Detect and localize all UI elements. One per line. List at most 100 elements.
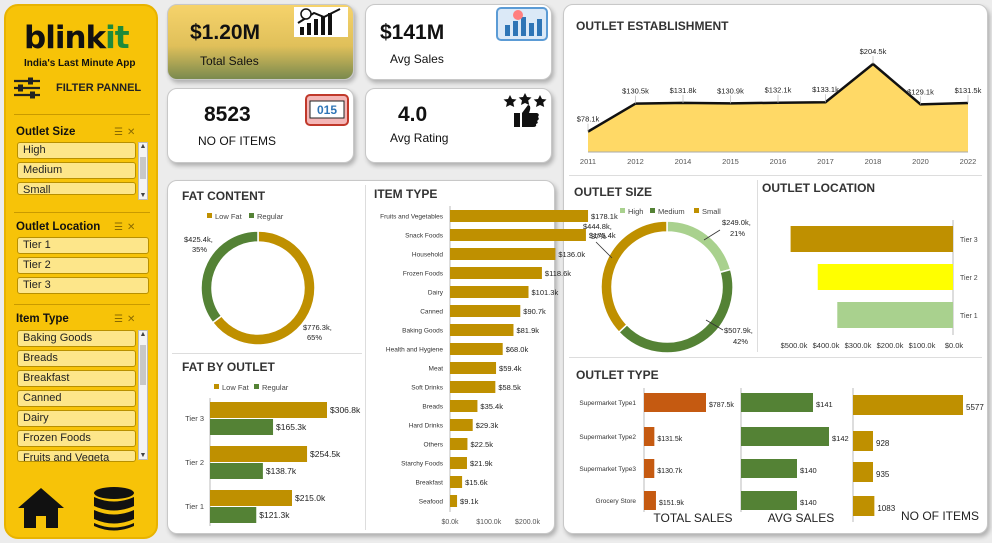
data-label: $78.1k	[577, 115, 600, 124]
total-sales-bar	[644, 459, 655, 478]
chart-title: ITEM TYPE	[374, 187, 437, 201]
category-label: Seafood	[419, 499, 444, 506]
data-label: $121.3k	[259, 510, 290, 520]
x-tick-label: 2020	[912, 157, 929, 166]
category-label: Tier 3	[960, 237, 978, 244]
x-tick-label: 2018	[865, 157, 882, 166]
category-label: Tier 1	[185, 502, 204, 511]
data-label: 1083	[877, 504, 895, 513]
legend-label: Low Fat	[215, 212, 243, 221]
data-label: $129.1k	[907, 87, 934, 96]
data-label: $130.9k	[717, 86, 744, 95]
x-tick-label: 2017	[817, 157, 834, 166]
total-sales-bar	[644, 491, 656, 510]
category-label: Tier 3	[185, 414, 204, 423]
bar-low-fat	[210, 402, 327, 418]
data-label: $215.0k	[295, 493, 326, 503]
avg-sales-bar	[741, 491, 797, 510]
chart-title: OUTLET ESTABLISHMENT	[576, 19, 729, 33]
data-label: 935	[876, 470, 890, 479]
data-label: $132.1k	[765, 86, 792, 95]
data-label: $130.7k	[657, 468, 682, 475]
data-label: $444.8k,	[583, 222, 612, 231]
category-label: Household	[412, 252, 443, 259]
data-label: $249.0k,	[722, 218, 751, 227]
legend-label: Medium	[658, 207, 685, 216]
items-bar	[853, 496, 875, 516]
data-label: $21.9k	[470, 459, 493, 468]
item-bar	[450, 457, 467, 469]
item-bar	[450, 286, 529, 298]
chart-title: OUTLET SIZE	[574, 185, 652, 199]
data-label: $118.6k	[545, 269, 571, 278]
data-label: $35.4k	[480, 402, 503, 411]
data-label: $306.8k	[330, 405, 361, 415]
category-label: Breakfast	[416, 480, 444, 487]
category-label: Snack Foods	[405, 233, 444, 240]
legend-swatch	[694, 208, 699, 213]
data-label: 5577	[966, 403, 984, 412]
fat-slice	[200, 230, 259, 324]
x-tick-label: 2014	[675, 157, 692, 166]
data-label: $204.5k	[860, 47, 887, 56]
items-bar	[853, 431, 873, 451]
data-label: $131.5k	[955, 86, 982, 95]
item-bar	[450, 495, 458, 507]
data-label: $22.5k	[470, 440, 493, 449]
x-tick-label: 2016	[770, 157, 787, 166]
legend-swatch	[214, 384, 219, 389]
chart-title: FAT BY OUTLET	[182, 360, 276, 374]
legend-label: Small	[702, 207, 721, 216]
legend-label: Regular	[262, 383, 289, 392]
x-tick-label: 2011	[580, 157, 596, 166]
x-tick-label: $200.0k	[515, 519, 540, 526]
legend-swatch	[650, 208, 655, 213]
data-label: $151.9k	[659, 500, 684, 507]
charts-layer: OUTLET ESTABLISHMENT $78.1k 2011 $130.5k 201…	[182, 19, 984, 526]
data-label: $68.0k	[506, 345, 529, 354]
data-label: $81.9k	[516, 326, 539, 335]
data-label: $140	[800, 466, 817, 475]
panel-label: AVG SALES	[768, 511, 834, 525]
data-label: $138.7k	[266, 466, 297, 476]
chart-title: FAT CONTENT	[182, 189, 266, 203]
data-label: $58.5k	[498, 383, 521, 392]
category-label: Supermarket Type3	[579, 466, 636, 473]
item-bar	[450, 324, 514, 336]
total-sales-bar	[644, 393, 706, 412]
item-bar	[450, 362, 497, 374]
data-label: $131.8k	[670, 86, 697, 95]
x-tick-label: $0.0k	[945, 341, 964, 350]
item-bar	[450, 400, 478, 412]
bar-low-fat	[210, 446, 308, 462]
data-label: 42%	[733, 337, 748, 346]
item-bar	[450, 267, 542, 279]
item-bar	[450, 305, 521, 317]
data-label: $165.3k	[276, 422, 307, 432]
panel-label: NO OF ITEMS	[901, 509, 979, 523]
category-label: Supermarket Type2	[579, 434, 636, 441]
data-label: $507.9k,	[724, 326, 753, 335]
category-label: Tier 1	[960, 313, 978, 320]
data-label: 35%	[192, 245, 207, 254]
x-tick-label: 2022	[960, 157, 977, 166]
data-label: $131.5k	[657, 436, 682, 443]
category-label: Dairy	[428, 290, 444, 297]
category-label: Meat	[429, 366, 444, 373]
legend-swatch	[207, 213, 212, 218]
chart-title: OUTLET TYPE	[576, 368, 659, 382]
category-label: Tier 2	[185, 458, 204, 467]
category-label: Fruits and Vegetables	[380, 214, 444, 221]
x-tick-label: $100.0k	[909, 341, 936, 350]
avg-sales-bar	[741, 459, 797, 478]
x-tick-label: $100.0k	[476, 519, 501, 526]
leader-line	[595, 241, 613, 259]
items-bar	[853, 395, 963, 415]
category-label: Hard Drinks	[409, 423, 444, 430]
bar-regular	[210, 419, 274, 435]
data-label: $254.5k	[310, 449, 341, 459]
data-label: $29.3k	[476, 421, 499, 430]
bar-regular	[210, 507, 257, 523]
data-label: $101.3k	[532, 288, 559, 297]
item-bar	[450, 381, 496, 393]
